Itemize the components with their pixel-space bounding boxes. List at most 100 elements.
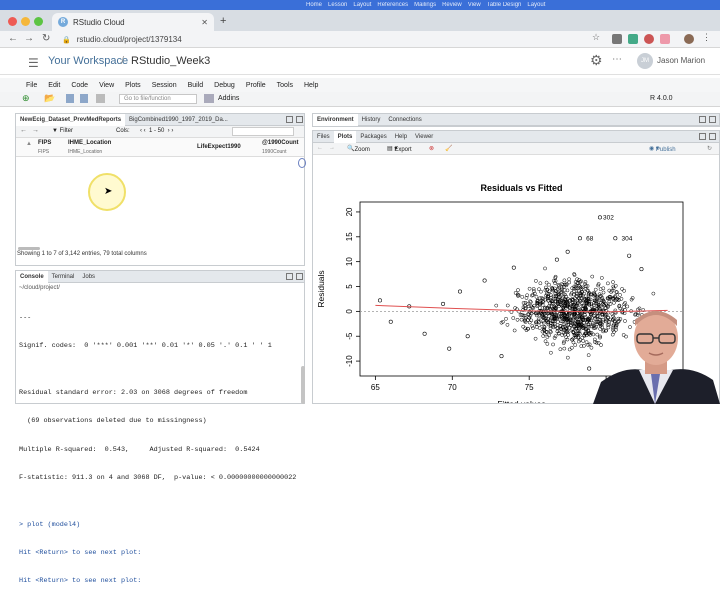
maximize-window-icon[interactable]	[34, 17, 43, 26]
mac-menu-item[interactable]: Review	[442, 0, 462, 10]
column-header[interactable]: FIPS	[38, 140, 51, 146]
mac-menu-item[interactable]: Layout	[527, 0, 545, 10]
tab-environment[interactable]: Environment	[313, 113, 358, 126]
forward-icon[interactable]: →	[24, 33, 34, 44]
tab-jobs[interactable]: Jobs	[78, 274, 99, 280]
maximize-pane-icon[interactable]	[296, 116, 303, 123]
user-name[interactable]: Jason Marion	[657, 56, 705, 65]
refresh-plot-icon[interactable]: ↻	[707, 145, 712, 152]
ide-toolbar: ⊕ 📂 Go to file/function Addins R 4.0.0	[0, 92, 720, 107]
mac-menu-item[interactable]: Lesson	[328, 0, 347, 10]
minimize-pane-icon[interactable]	[699, 133, 706, 140]
save-all-icon[interactable]	[80, 94, 88, 103]
open-folder-icon[interactable]: 📂	[44, 93, 55, 104]
tab-terminal[interactable]: Terminal	[48, 274, 79, 280]
next-plot-icon[interactable]: →	[329, 145, 335, 151]
menu-file[interactable]: File	[26, 82, 37, 89]
workspace-link[interactable]: Your Workspace	[48, 55, 128, 67]
publish-button[interactable]: ◉ Publish ▾	[649, 145, 676, 153]
maximize-pane-icon[interactable]	[709, 116, 716, 123]
new-file-icon[interactable]: ⊕	[22, 93, 30, 104]
menu-profile[interactable]: Profile	[246, 82, 266, 89]
avatar[interactable]: JM	[637, 53, 653, 69]
tab-files[interactable]: Files	[313, 134, 334, 140]
addins-menu[interactable]: Addins	[218, 95, 239, 102]
new-tab-icon[interactable]: +	[220, 15, 226, 27]
scatter-point	[505, 303, 510, 308]
tab-help[interactable]: Help	[391, 134, 411, 140]
extension-icon[interactable]	[612, 34, 622, 44]
tab-packages[interactable]: Packages	[356, 134, 390, 140]
broom-icon[interactable]: 🧹	[445, 145, 452, 152]
back-icon[interactable]: ←	[8, 33, 18, 44]
hamburger-menu-icon[interactable]: ☰	[28, 56, 39, 70]
minimize-window-icon[interactable]	[21, 17, 30, 26]
column-header[interactable]: LifeExpect1990	[197, 144, 241, 150]
mac-menu-item[interactable]: References	[377, 0, 408, 10]
browser-tab[interactable]: R RStudio Cloud ✕	[52, 13, 214, 31]
menu-edit[interactable]: Edit	[48, 82, 60, 89]
column-header[interactable]: @1990Count	[262, 140, 299, 146]
minimize-pane-icon[interactable]	[286, 116, 293, 123]
mac-menu-item[interactable]: Layout	[353, 0, 371, 10]
scroll-handle[interactable]	[298, 158, 306, 168]
url-field[interactable]: 🔒 rstudio.cloud/project/1379134	[62, 33, 582, 46]
mac-menu-item[interactable]: Mailings	[414, 0, 436, 10]
mac-menu-item[interactable]: View	[468, 0, 481, 10]
remove-plot-icon[interactable]: ⊗	[429, 145, 434, 152]
search-input[interactable]	[232, 127, 294, 136]
extension-icon[interactable]	[660, 34, 670, 44]
column-header[interactable]: IHME_Location	[68, 140, 111, 146]
menu-view[interactable]: View	[99, 82, 114, 89]
tab-data-viewer-2[interactable]: BigCombined1990_1997_2019_Da...	[125, 117, 232, 123]
tab-data-viewer-1[interactable]: NewEcig_Dataset_PrevMedReports	[16, 113, 126, 126]
forward-icon[interactable]: →	[32, 127, 39, 134]
maximize-pane-icon[interactable]	[296, 273, 303, 280]
r-version-label[interactable]: R 4.0.0	[650, 95, 673, 102]
mac-menu-item[interactable]: Table Design	[487, 0, 522, 10]
goto-file-input[interactable]: Go to file/function	[119, 94, 197, 104]
extension-icon[interactable]	[628, 34, 638, 44]
maximize-pane-icon[interactable]	[709, 133, 716, 140]
horizontal-scrollbar[interactable]	[18, 247, 40, 250]
tab-viewer[interactable]: Viewer	[411, 134, 437, 140]
reload-icon[interactable]: ↻	[42, 33, 50, 44]
menu-help[interactable]: Help	[304, 82, 318, 89]
workspace-panes-icon[interactable]	[204, 94, 214, 103]
close-window-icon[interactable]	[8, 17, 17, 26]
close-tab-icon[interactable]: ✕	[201, 18, 208, 27]
menu-plots[interactable]: Plots	[125, 82, 141, 89]
minimize-pane-icon[interactable]	[699, 116, 706, 123]
sort-icon[interactable]: ▲	[26, 141, 32, 147]
more-options-icon[interactable]: ⋯	[612, 54, 622, 65]
extension-icon[interactable]	[644, 34, 654, 44]
menu-debug[interactable]: Debug	[214, 82, 235, 89]
x-axis-label: Fitted values	[497, 399, 545, 403]
star-icon[interactable]: ☆	[592, 32, 602, 42]
export-button[interactable]: ▤ Export ▾	[387, 145, 412, 153]
mac-menu-item[interactable]: Home	[306, 0, 322, 10]
scatter-point	[587, 366, 592, 371]
menu-session[interactable]: Session	[152, 82, 177, 89]
console-scrollbar[interactable]	[301, 366, 305, 404]
menu-tools[interactable]: Tools	[277, 82, 293, 89]
more-menu-icon[interactable]: ⋮	[702, 32, 712, 42]
y-tick-label: 20	[345, 207, 354, 216]
filter-button[interactable]: ▼ Filter	[52, 128, 73, 134]
save-icon[interactable]	[66, 94, 74, 103]
minimize-pane-icon[interactable]	[286, 273, 293, 280]
gear-icon[interactable]: ⚙	[590, 52, 603, 69]
menu-build[interactable]: Build	[188, 82, 204, 89]
back-icon[interactable]: ←	[20, 127, 27, 134]
print-icon[interactable]	[96, 94, 105, 103]
tab-console[interactable]: Console	[16, 270, 48, 283]
profile-icon[interactable]	[684, 34, 694, 44]
column-range-label[interactable]: ‹ ‹ 1 - 50 › ›	[140, 128, 173, 134]
tab-connections[interactable]: Connections	[384, 117, 425, 123]
zoom-button[interactable]: 🔍 Zoom	[347, 145, 370, 153]
console-output[interactable]: --- Signif. codes: 0 '***' 0.001 '**' 0.…	[19, 295, 296, 605]
tab-history[interactable]: History	[358, 117, 385, 123]
tab-plots[interactable]: Plots	[333, 130, 357, 143]
previous-plot-icon[interactable]: ←	[317, 145, 323, 151]
menu-code[interactable]: Code	[71, 82, 88, 89]
